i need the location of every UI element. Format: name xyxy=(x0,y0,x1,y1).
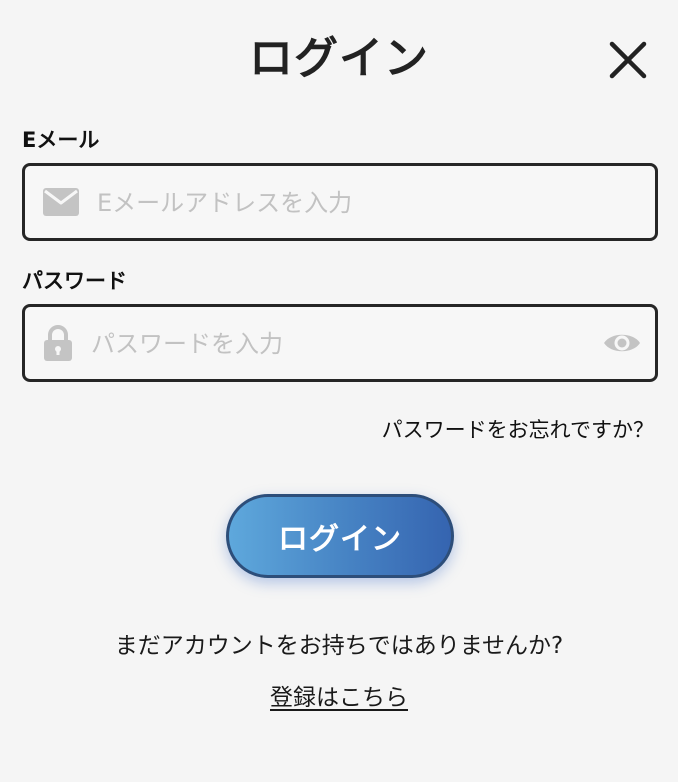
close-button[interactable] xyxy=(606,38,650,82)
login-button[interactable]: ログイン xyxy=(226,494,454,578)
email-field-container xyxy=(22,163,658,241)
password-input[interactable] xyxy=(89,307,593,381)
register-link[interactable]: 登録はこちら xyxy=(0,678,678,712)
email-label: Eメール xyxy=(22,128,100,152)
toggle-password-visibility-button[interactable] xyxy=(603,330,641,356)
forgot-password-link[interactable]: パスワードをお忘れですか？ xyxy=(382,414,654,444)
email-input[interactable] xyxy=(95,166,639,240)
close-icon xyxy=(606,38,650,82)
password-label: パスワード xyxy=(22,269,127,293)
login-screen: ログイン Eメール パスワード xyxy=(0,0,678,782)
lock-icon xyxy=(43,325,73,361)
no-account-text: まだアカウントをお持ちではありませんか? xyxy=(114,633,564,659)
mail-icon xyxy=(43,188,79,216)
eye-icon xyxy=(603,330,641,356)
password-field-container xyxy=(22,304,658,382)
page-title: ログイン xyxy=(249,33,429,84)
